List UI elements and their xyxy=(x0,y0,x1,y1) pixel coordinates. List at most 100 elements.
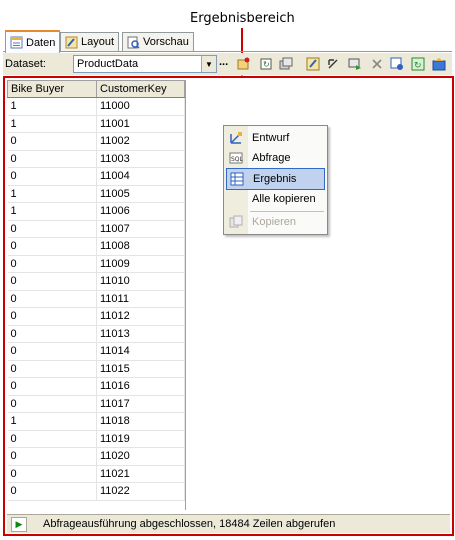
cell-bike-buyer[interactable]: 1 xyxy=(7,202,97,221)
tab-vorschau[interactable]: Vorschau xyxy=(122,32,194,51)
cell-customer-key[interactable]: 11015 xyxy=(96,360,185,378)
cell-customer-key[interactable]: 11022 xyxy=(96,482,185,501)
cell-bike-buyer[interactable]: 0 xyxy=(7,465,97,483)
cell-customer-key[interactable]: 11001 xyxy=(96,115,185,133)
cell-customer-key[interactable]: 11008 xyxy=(96,237,185,256)
tab-vorschau-label: Vorschau xyxy=(143,36,189,48)
table-row[interactable]: 0 11021 xyxy=(7,465,185,483)
tab-layout[interactable]: Layout xyxy=(60,32,120,51)
prepare-icon[interactable]: ↻ xyxy=(410,56,426,72)
table-row[interactable]: 0 11008 xyxy=(7,237,185,256)
results-grid[interactable]: Bike Buyer CustomerKey 1 11000 1 11001 0 1100… xyxy=(7,80,186,510)
cell-customer-key[interactable]: 11016 xyxy=(96,377,185,396)
svg-text:SQL: SQL xyxy=(231,156,243,163)
table-row[interactable]: 0 11016 xyxy=(7,377,185,396)
cell-customer-key[interactable]: 11013 xyxy=(96,325,185,343)
cell-customer-key[interactable]: 11018 xyxy=(96,412,185,431)
cell-customer-key[interactable]: 11020 xyxy=(96,447,185,466)
cell-customer-key[interactable]: 11014 xyxy=(96,342,185,361)
column-header-bike-buyer[interactable]: Bike Buyer xyxy=(7,80,97,98)
table-row[interactable]: 0 11004 xyxy=(7,167,185,186)
cell-customer-key[interactable]: 11000 xyxy=(96,97,185,116)
cell-customer-key[interactable]: 11017 xyxy=(96,395,185,413)
table-row[interactable]: 0 11017 xyxy=(7,395,185,413)
cell-customer-key[interactable]: 11007 xyxy=(96,220,185,238)
menu-item-kopieren: Kopieren xyxy=(226,212,325,232)
cell-customer-key[interactable]: 11005 xyxy=(96,185,185,203)
dataset-ellipsis-button[interactable]: ... xyxy=(219,56,228,68)
cell-customer-key[interactable]: 11006 xyxy=(96,202,185,221)
cell-customer-key[interactable]: 11012 xyxy=(96,307,185,326)
table-row[interactable]: 0 11009 xyxy=(7,255,185,273)
chevron-down-icon[interactable]: ▼ xyxy=(201,56,216,72)
generic-query-icon[interactable] xyxy=(325,56,341,72)
table-row[interactable]: 0 11022 xyxy=(7,482,185,501)
cell-bike-buyer[interactable]: 0 xyxy=(7,395,97,413)
cell-bike-buyer[interactable]: 0 xyxy=(7,132,97,151)
dataset-label: Dataset: xyxy=(5,58,46,70)
remove-icon[interactable] xyxy=(369,56,385,72)
cell-bike-buyer[interactable]: 0 xyxy=(7,360,97,378)
cell-bike-buyer[interactable]: 0 xyxy=(7,220,97,238)
cell-bike-buyer[interactable]: 0 xyxy=(7,272,97,291)
import-icon[interactable] xyxy=(389,56,405,72)
menu-item-ergebnis[interactable]: Ergebnis xyxy=(226,168,325,190)
menu-item-abfrage-label: Abfrage xyxy=(252,152,291,164)
parameters-icon[interactable] xyxy=(431,56,447,72)
table-row[interactable]: 0 11020 xyxy=(7,447,185,466)
cell-bike-buyer[interactable]: 0 xyxy=(7,150,97,168)
table-row[interactable]: 1 11001 xyxy=(7,115,185,133)
cell-bike-buyer[interactable]: 0 xyxy=(7,237,97,256)
cell-bike-buyer[interactable]: 0 xyxy=(7,447,97,466)
table-row[interactable]: 0 11007 xyxy=(7,220,185,238)
tab-layout-label: Layout xyxy=(81,36,115,48)
table-row[interactable]: 1 11006 xyxy=(7,202,185,221)
table-row[interactable]: 0 11014 xyxy=(7,342,185,361)
table-row[interactable]: 0 11015 xyxy=(7,360,185,378)
refresh-fields-icon[interactable]: ↻ xyxy=(258,56,274,72)
menu-item-entwurf[interactable]: Entwurf xyxy=(226,128,325,148)
cell-bike-buyer[interactable]: 1 xyxy=(7,412,97,431)
cell-bike-buyer[interactable]: 1 xyxy=(7,115,97,133)
cell-customer-key[interactable]: 11019 xyxy=(96,430,185,448)
menu-item-alle-kopieren[interactable]: Alle kopieren xyxy=(226,189,325,209)
table-row[interactable]: 0 11011 xyxy=(7,290,185,308)
table-row[interactable]: 0 11013 xyxy=(7,325,185,343)
cell-bike-buyer[interactable]: 0 xyxy=(7,377,97,396)
table-row[interactable]: 1 11005 xyxy=(7,185,185,203)
table-row[interactable]: 1 11018 xyxy=(7,412,185,431)
table-row[interactable]: 0 11003 xyxy=(7,150,185,168)
cell-bike-buyer[interactable]: 0 xyxy=(7,430,97,448)
menu-item-abfrage[interactable]: SQL Abfrage xyxy=(226,148,325,168)
cell-customer-key[interactable]: 11010 xyxy=(96,272,185,291)
cell-bike-buyer[interactable]: 0 xyxy=(7,325,97,343)
table-row[interactable]: 1 11000 xyxy=(7,97,185,116)
cell-customer-key[interactable]: 11002 xyxy=(96,132,185,151)
cell-bike-buyer[interactable]: 0 xyxy=(7,255,97,273)
cell-bike-buyer[interactable]: 1 xyxy=(7,97,97,116)
new-dataset-icon[interactable] xyxy=(235,56,251,72)
cell-customer-key[interactable]: 11004 xyxy=(96,167,185,186)
cell-bike-buyer[interactable]: 0 xyxy=(7,482,97,501)
table-row[interactable]: 0 11012 xyxy=(7,307,185,326)
table-row[interactable]: 0 11002 xyxy=(7,132,185,151)
dataset-select[interactable]: ProductData ▼ xyxy=(73,55,217,73)
cell-bike-buyer[interactable]: 0 xyxy=(7,307,97,326)
cell-bike-buyer[interactable]: 0 xyxy=(7,290,97,308)
play-icon: ▶ xyxy=(11,517,27,532)
run-icon[interactable] xyxy=(347,56,363,72)
grid-header-row: Bike Buyer CustomerKey xyxy=(7,80,185,98)
edit-fields-icon[interactable] xyxy=(278,56,294,72)
cell-customer-key[interactable]: 11003 xyxy=(96,150,185,168)
cell-bike-buyer[interactable]: 0 xyxy=(7,167,97,186)
cell-customer-key[interactable]: 11011 xyxy=(96,290,185,308)
tab-daten[interactable]: Daten xyxy=(5,30,61,53)
cell-customer-key[interactable]: 11021 xyxy=(96,465,185,483)
command-type-icon[interactable] xyxy=(305,56,321,72)
table-row[interactable]: 0 11010 xyxy=(7,272,185,291)
cell-bike-buyer[interactable]: 1 xyxy=(7,185,97,203)
cell-customer-key[interactable]: 11009 xyxy=(96,255,185,273)
column-header-customer-key[interactable]: CustomerKey xyxy=(96,80,185,98)
cell-bike-buyer[interactable]: 0 xyxy=(7,342,97,361)
table-row[interactable]: 0 11019 xyxy=(7,430,185,448)
